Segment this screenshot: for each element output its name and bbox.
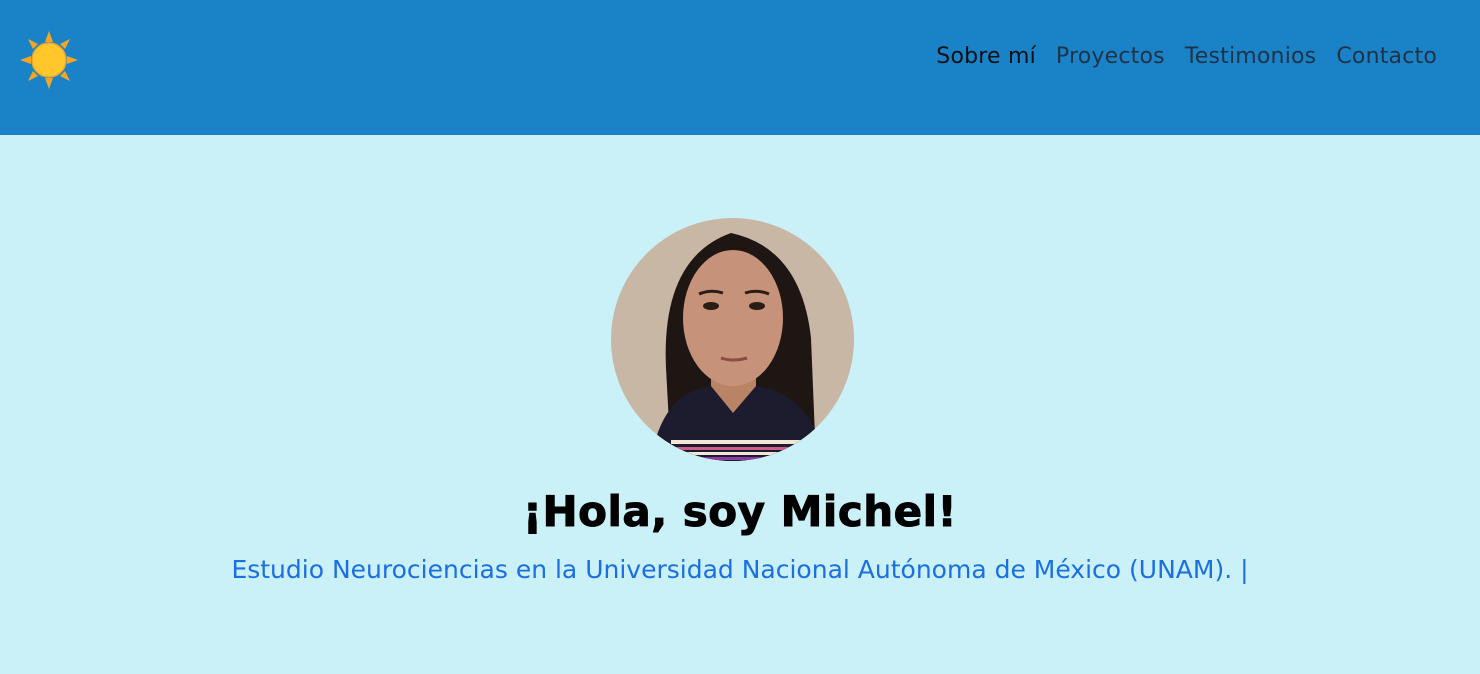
subtitle-text: Estudio Neurociencias en la Universidad … [231,555,1233,584]
hero-section: ¡Hola, soy Michel! Estudio Neurociencias… [0,135,1480,674]
nav-item-contacto: Contacto [1336,44,1437,69]
nav-link-proyectos[interactable]: Proyectos [1056,44,1165,69]
nav-item-proyectos: Proyectos [1056,44,1165,69]
nav-link-contacto[interactable]: Contacto [1336,44,1437,69]
navbar: Sobre mí Proyectos Testimonios Contacto [0,0,1480,135]
hero-title: ¡Hola, soy Michel! [522,487,958,537]
profile-photo [611,218,854,461]
nav-link-testimonios[interactable]: Testimonios [1185,44,1317,69]
nav-item-testimonios: Testimonios [1185,44,1317,69]
hero-subtitle: Estudio Neurociencias en la Universidad … [0,555,1480,584]
nav-item-sobre-mi: Sobre mí [936,44,1036,69]
typing-cursor: | [1240,555,1249,584]
nav-menu: Sobre mí Proyectos Testimonios Contacto [936,44,1437,69]
sun-icon[interactable] [19,30,79,90]
nav-link-sobre-mi[interactable]: Sobre mí [936,44,1036,69]
